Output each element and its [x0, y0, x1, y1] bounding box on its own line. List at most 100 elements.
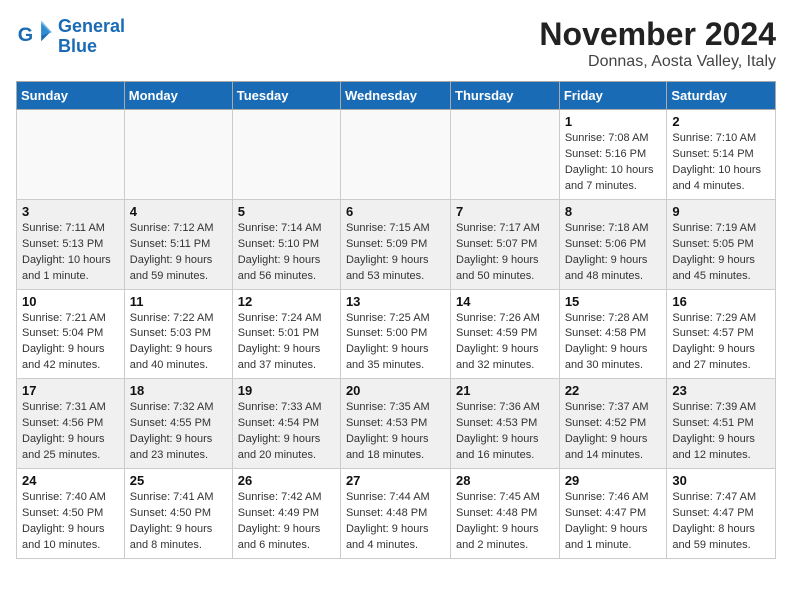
day-info: Sunrise: 7:19 AM Sunset: 5:05 PM Dayligh… [672, 221, 770, 285]
day-number: 21 [456, 383, 554, 398]
day-number: 1 [565, 114, 662, 129]
day-number: 26 [238, 473, 335, 488]
calendar-week-5: 24 Sunrise: 7:40 AM Sunset: 4:50 PM Dayli… [17, 469, 776, 559]
day-number: 30 [672, 473, 770, 488]
day-number: 10 [22, 294, 119, 309]
title-block: November 2024 Donnas, Aosta Valley, Ital… [539, 16, 776, 71]
calendar-cell: 7 Sunrise: 7:17 AM Sunset: 5:07 PM Daylig… [451, 199, 560, 289]
day-info: Sunrise: 7:25 AM Sunset: 5:00 PM Dayligh… [346, 311, 445, 375]
calendar-cell: 11 Sunrise: 7:22 AM Sunset: 5:03 PM Dayli… [124, 289, 232, 379]
logo-line2: Blue [58, 36, 97, 56]
calendar-week-2: 3 Sunrise: 7:11 AM Sunset: 5:13 PM Daylig… [17, 199, 776, 289]
calendar-cell: 1 Sunrise: 7:08 AM Sunset: 5:16 PM Daylig… [559, 110, 667, 200]
calendar-body: 1 Sunrise: 7:08 AM Sunset: 5:16 PM Daylig… [17, 110, 776, 559]
day-info: Sunrise: 7:47 AM Sunset: 4:47 PM Dayligh… [672, 490, 770, 554]
calendar-cell: 27 Sunrise: 7:44 AM Sunset: 4:48 PM Dayli… [340, 469, 450, 559]
main-title: November 2024 [539, 16, 776, 53]
day-number: 24 [22, 473, 119, 488]
logo-line1: General [58, 16, 125, 36]
calendar-cell: 22 Sunrise: 7:37 AM Sunset: 4:52 PM Dayli… [559, 379, 667, 469]
day-number: 29 [565, 473, 662, 488]
day-number: 3 [22, 204, 119, 219]
calendar-cell: 18 Sunrise: 7:32 AM Sunset: 4:55 PM Dayli… [124, 379, 232, 469]
day-info: Sunrise: 7:18 AM Sunset: 5:06 PM Dayligh… [565, 221, 662, 285]
day-info: Sunrise: 7:21 AM Sunset: 5:04 PM Dayligh… [22, 311, 119, 375]
weekday-friday: Friday [559, 82, 667, 110]
day-info: Sunrise: 7:31 AM Sunset: 4:56 PM Dayligh… [22, 400, 119, 464]
day-info: Sunrise: 7:11 AM Sunset: 5:13 PM Dayligh… [22, 221, 119, 285]
day-number: 5 [238, 204, 335, 219]
calendar-cell: 25 Sunrise: 7:41 AM Sunset: 4:50 PM Dayli… [124, 469, 232, 559]
weekday-monday: Monday [124, 82, 232, 110]
calendar-cell: 16Sunrise: 7:29 AM Sunset: 4:57 PM Dayli… [667, 289, 776, 379]
day-number: 27 [346, 473, 445, 488]
calendar-cell [124, 110, 232, 200]
calendar-cell: 12Sunrise: 7:24 AM Sunset: 5:01 PM Dayli… [232, 289, 340, 379]
svg-text:G: G [18, 24, 33, 46]
day-info: Sunrise: 7:42 AM Sunset: 4:49 PM Dayligh… [238, 490, 335, 554]
day-number: 6 [346, 204, 445, 219]
calendar-week-4: 17Sunrise: 7:31 AM Sunset: 4:56 PM Dayli… [17, 379, 776, 469]
calendar-cell: 28Sunrise: 7:45 AM Sunset: 4:48 PM Dayli… [451, 469, 560, 559]
day-info: Sunrise: 7:40 AM Sunset: 4:50 PM Dayligh… [22, 490, 119, 554]
day-number: 7 [456, 204, 554, 219]
day-number: 14 [456, 294, 554, 309]
day-number: 13 [346, 294, 445, 309]
calendar-cell [451, 110, 560, 200]
calendar-cell: 13 Sunrise: 7:25 AM Sunset: 5:00 PM Dayli… [340, 289, 450, 379]
day-info: Sunrise: 7:08 AM Sunset: 5:16 PM Dayligh… [565, 131, 662, 195]
calendar-cell [17, 110, 125, 200]
day-info: Sunrise: 7:45 AM Sunset: 4:48 PM Dayligh… [456, 490, 554, 554]
calendar-cell: 26 Sunrise: 7:42 AM Sunset: 4:49 PM Dayli… [232, 469, 340, 559]
calendar-cell: 5 Sunrise: 7:14 AM Sunset: 5:10 PM Daylig… [232, 199, 340, 289]
logo: G General Blue [16, 16, 125, 57]
day-number: 19 [238, 383, 335, 398]
day-number: 16 [672, 294, 770, 309]
calendar-week-3: 10 Sunrise: 7:21 AM Sunset: 5:04 PM Dayli… [17, 289, 776, 379]
day-number: 25 [130, 473, 227, 488]
logo-text: General Blue [58, 17, 125, 57]
weekday-saturday: Saturday [667, 82, 776, 110]
calendar-week-1: 1 Sunrise: 7:08 AM Sunset: 5:16 PM Daylig… [17, 110, 776, 200]
calendar-cell: 17Sunrise: 7:31 AM Sunset: 4:56 PM Dayli… [17, 379, 125, 469]
day-info: Sunrise: 7:28 AM Sunset: 4:58 PM Dayligh… [565, 311, 662, 375]
calendar-cell: 3 Sunrise: 7:11 AM Sunset: 5:13 PM Daylig… [17, 199, 125, 289]
day-number: 18 [130, 383, 227, 398]
day-info: Sunrise: 7:39 AM Sunset: 4:51 PM Dayligh… [672, 400, 770, 464]
calendar-cell [232, 110, 340, 200]
day-info: Sunrise: 7:15 AM Sunset: 5:09 PM Dayligh… [346, 221, 445, 285]
day-info: Sunrise: 7:46 AM Sunset: 4:47 PM Dayligh… [565, 490, 662, 554]
calendar-cell: 9 Sunrise: 7:19 AM Sunset: 5:05 PM Daylig… [667, 199, 776, 289]
day-info: Sunrise: 7:44 AM Sunset: 4:48 PM Dayligh… [346, 490, 445, 554]
day-info: Sunrise: 7:33 AM Sunset: 4:54 PM Dayligh… [238, 400, 335, 464]
day-info: Sunrise: 7:41 AM Sunset: 4:50 PM Dayligh… [130, 490, 227, 554]
day-info: Sunrise: 7:22 AM Sunset: 5:03 PM Dayligh… [130, 311, 227, 375]
calendar-cell: 14 Sunrise: 7:26 AM Sunset: 4:59 PM Dayli… [451, 289, 560, 379]
day-info: Sunrise: 7:17 AM Sunset: 5:07 PM Dayligh… [456, 221, 554, 285]
day-info: Sunrise: 7:12 AM Sunset: 5:11 PM Dayligh… [130, 221, 227, 285]
day-info: Sunrise: 7:14 AM Sunset: 5:10 PM Dayligh… [238, 221, 335, 285]
weekday-wednesday: Wednesday [340, 82, 450, 110]
day-info: Sunrise: 7:26 AM Sunset: 4:59 PM Dayligh… [456, 311, 554, 375]
calendar-cell: 30 Sunrise: 7:47 AM Sunset: 4:47 PM Dayli… [667, 469, 776, 559]
calendar-cell: 15Sunrise: 7:28 AM Sunset: 4:58 PM Dayli… [559, 289, 667, 379]
day-number: 11 [130, 294, 227, 309]
calendar-cell: 6 Sunrise: 7:15 AM Sunset: 5:09 PM Daylig… [340, 199, 450, 289]
calendar-cell: 24 Sunrise: 7:40 AM Sunset: 4:50 PM Dayli… [17, 469, 125, 559]
logo-icon: G [16, 16, 52, 57]
day-number: 22 [565, 383, 662, 398]
weekday-header-row: SundayMondayTuesdayWednesdayThursdayFrid… [17, 82, 776, 110]
page-header: G General Blue November 2024 Donnas, Aos… [16, 16, 776, 71]
day-number: 4 [130, 204, 227, 219]
day-number: 8 [565, 204, 662, 219]
day-info: Sunrise: 7:37 AM Sunset: 4:52 PM Dayligh… [565, 400, 662, 464]
sub-title: Donnas, Aosta Valley, Italy [539, 53, 776, 71]
day-info: Sunrise: 7:10 AM Sunset: 5:14 PM Dayligh… [672, 131, 770, 195]
day-info: Sunrise: 7:32 AM Sunset: 4:55 PM Dayligh… [130, 400, 227, 464]
calendar-cell: 23Sunrise: 7:39 AM Sunset: 4:51 PM Dayli… [667, 379, 776, 469]
weekday-thursday: Thursday [451, 82, 560, 110]
day-number: 9 [672, 204, 770, 219]
day-number: 12 [238, 294, 335, 309]
calendar-cell: 21 Sunrise: 7:36 AM Sunset: 4:53 PM Dayli… [451, 379, 560, 469]
day-info: Sunrise: 7:36 AM Sunset: 4:53 PM Dayligh… [456, 400, 554, 464]
